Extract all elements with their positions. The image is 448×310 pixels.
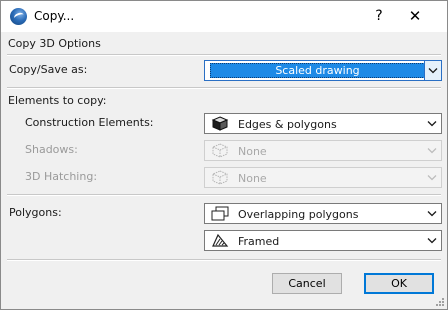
copy-dialog: Copy... ? ✕ Copy 3D Options Copy/Save as… <box>0 0 448 310</box>
polygons-mode-value: Overlapping polygons <box>238 208 359 221</box>
polygons-frame-select[interactable]: Framed <box>204 230 442 251</box>
hatching-label: 3D Hatching: <box>25 170 98 183</box>
shadows-select[interactable]: None <box>204 140 442 161</box>
overlapping-polygons-icon <box>211 206 229 221</box>
section-header: Copy 3D Options <box>8 37 101 50</box>
chevron-down-icon <box>427 238 437 244</box>
cancel-button[interactable]: Cancel <box>272 273 342 294</box>
app-icon <box>10 8 27 25</box>
chevron-down-icon <box>428 68 438 74</box>
help-button[interactable]: ? <box>367 6 391 26</box>
copy-save-label: Copy/Save as: <box>9 63 88 76</box>
chevron-down-icon <box>427 175 437 181</box>
ok-button[interactable]: OK <box>364 273 434 294</box>
shadows-label: Shadows: <box>25 143 78 156</box>
construction-elements-value: Edges & polygons <box>238 118 337 131</box>
shadows-value: None <box>238 145 267 158</box>
copy-save-selection: Scaled drawing <box>210 63 425 78</box>
chevron-down-icon <box>427 211 437 217</box>
wireframe-cube-icon <box>212 170 228 185</box>
framed-hatch-icon <box>212 233 229 247</box>
title-bar: Copy... ? ✕ <box>1 1 447 32</box>
copy-save-dropdown-button[interactable] <box>424 61 441 80</box>
polygons-frame-value: Framed <box>238 235 280 248</box>
polygons-mode-select[interactable]: Overlapping polygons <box>204 203 442 224</box>
divider <box>7 54 441 56</box>
solid-cube-icon <box>211 116 229 131</box>
chevron-down-icon <box>427 121 437 127</box>
construction-elements-select[interactable]: Edges & polygons <box>204 113 442 134</box>
construction-elements-label: Construction Elements: <box>25 116 154 129</box>
polygons-label: Polygons: <box>9 206 62 219</box>
resize-grip-icon[interactable] <box>435 297 445 307</box>
chevron-down-icon <box>427 148 437 154</box>
hatching-select[interactable]: None <box>204 167 442 188</box>
wireframe-cube-icon <box>212 143 228 158</box>
divider <box>7 87 441 89</box>
copy-save-value: Scaled drawing <box>275 64 360 77</box>
divider <box>7 194 441 196</box>
copy-save-select[interactable]: Scaled drawing <box>204 60 442 81</box>
divider <box>7 259 441 261</box>
hatching-value: None <box>238 172 267 185</box>
close-button[interactable]: ✕ <box>403 6 427 26</box>
elements-heading: Elements to copy: <box>8 94 107 107</box>
window-title: Copy... <box>34 9 75 23</box>
